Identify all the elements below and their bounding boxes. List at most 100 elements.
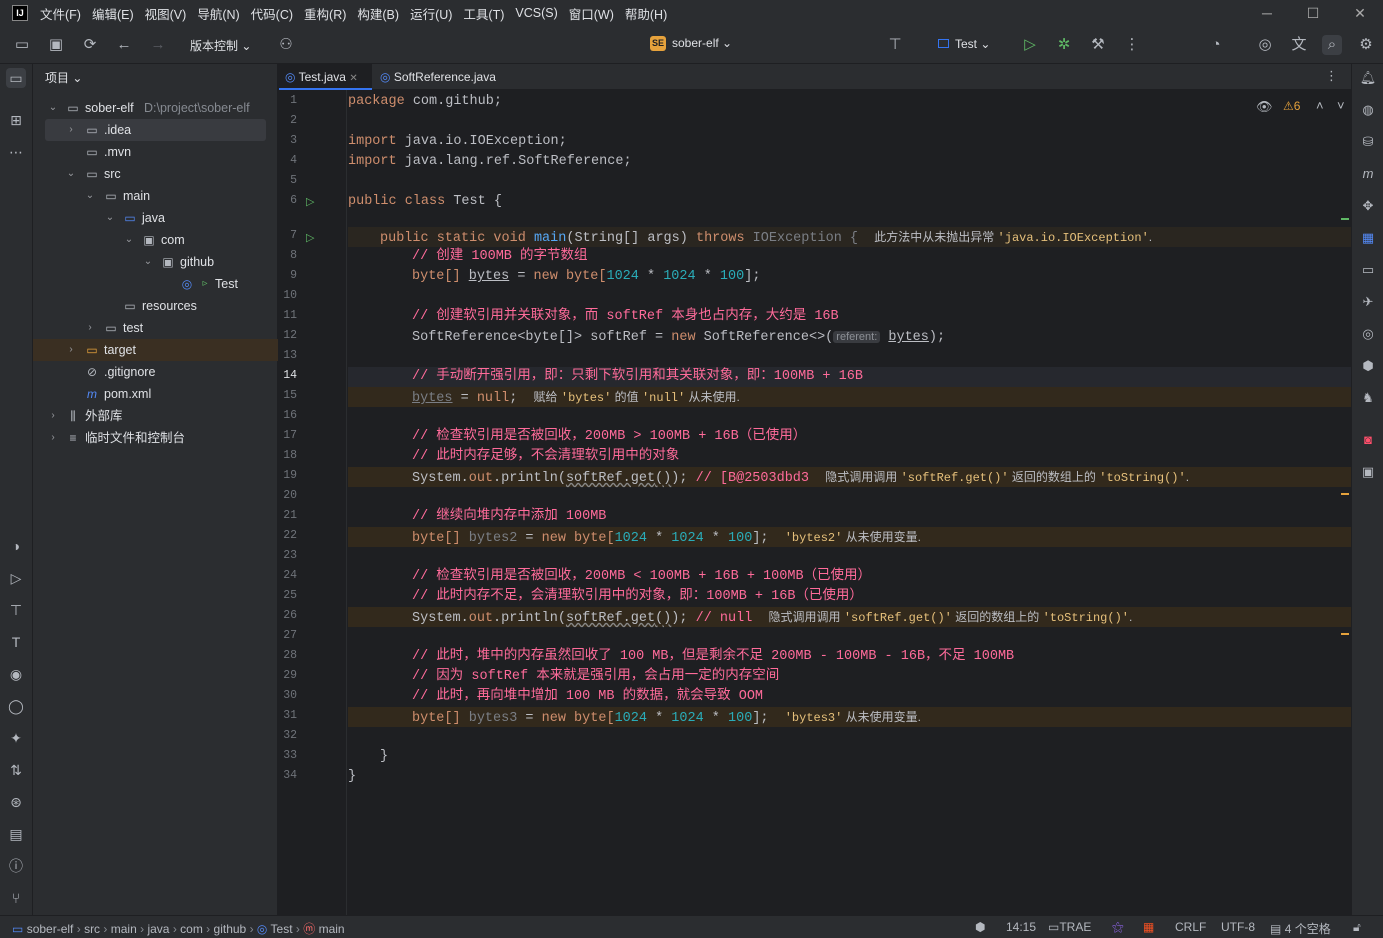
breadcrumb-item[interactable]: main	[111, 922, 137, 936]
tree-item-target[interactable]: › ▭ target	[33, 339, 278, 361]
chevron-right-icon[interactable]: ›	[84, 317, 96, 339]
breadcrumb-item[interactable]: java	[147, 922, 169, 936]
menu-vcs[interactable]: VCS(S)	[515, 6, 557, 20]
tree-item-main[interactable]: ⌄ ▭ main	[33, 185, 278, 207]
project-selector[interactable]: SE sober-elf ⌄	[650, 36, 732, 52]
menu-view[interactable]: 视图(V)	[145, 4, 187, 23]
run-tool-icon[interactable]: ▷	[6, 568, 26, 588]
tree-item-scratches[interactable]: › ≡ 临时文件和控制台	[33, 427, 278, 449]
menu-file[interactable]: 文件(F)	[40, 4, 81, 23]
chevron-down-icon[interactable]: ⌄	[123, 229, 135, 251]
menu-help[interactable]: 帮助(H)	[625, 4, 667, 23]
problems-icon[interactable]: ⓘ	[6, 856, 26, 876]
copilot-icon[interactable]: ◎	[1255, 35, 1275, 55]
vcs-menu[interactable]: 版本控制 ⌄	[190, 37, 251, 54]
tab-softreference-java[interactable]: ◎ SoftReference.java	[374, 64, 496, 90]
todo-icon[interactable]: T	[6, 632, 26, 652]
tree-item-external-libs[interactable]: › ⫼ 外部库	[33, 405, 278, 427]
menu-navigate[interactable]: 导航(N)	[197, 4, 239, 23]
profile-icon[interactable]: ◔	[1206, 35, 1226, 55]
warnings-indicator[interactable]: ⚠6	[1283, 99, 1300, 113]
tree-item-pom[interactable]: m pom.xml	[33, 383, 278, 405]
structure-icon[interactable]: ⊞	[6, 110, 26, 130]
services-icon[interactable]: ◉	[6, 664, 26, 684]
code-editor[interactable]: ▷ ▷ 1 2 3 4 5 6 7 8 9 10 11 12 13 14 15 16 17 18 19 20 21 22 2…	[279, 90, 1351, 915]
breadcrumb-item[interactable]: github	[214, 922, 247, 936]
next-highlight-icon[interactable]: ˅	[1337, 98, 1345, 113]
sync-icon[interactable]: ⟳	[80, 35, 100, 55]
tree-item-src[interactable]: ⌄ ▭ src	[33, 163, 278, 185]
indent-widget[interactable]: ▤ 4 个空格	[1270, 920, 1331, 937]
target-icon[interactable]: ◎	[1358, 324, 1378, 344]
app-red-icon[interactable]: ◙	[1358, 430, 1378, 450]
close-window-icon[interactable]: ✕	[1350, 3, 1370, 23]
ai-chat-icon[interactable]: ◍	[1358, 100, 1378, 120]
tree-item-idea[interactable]: › ▭ .idea	[45, 119, 266, 141]
database-icon[interactable]: ⛁	[1358, 132, 1378, 152]
menu-window[interactable]: 窗口(W)	[569, 4, 614, 23]
caret-position[interactable]: 14:15	[1006, 920, 1036, 934]
file-encoding[interactable]: UTF-8	[1221, 920, 1255, 934]
more-icon[interactable]: ⋮	[1122, 35, 1142, 55]
chevron-down-icon[interactable]: ⌄	[84, 185, 96, 207]
debug-icon[interactable]: ✲	[1054, 35, 1074, 55]
tree-item-com[interactable]: ⌄ ▣ com	[33, 229, 278, 251]
lock-icon[interactable]: 🔓︎	[1353, 920, 1361, 935]
tab-options-icon[interactable]: ⋮	[1325, 68, 1338, 84]
tree-item-test-class[interactable]: ◎ ▹ Test	[33, 273, 278, 295]
chevron-down-icon[interactable]: ⌄	[47, 97, 59, 119]
run-config-selector[interactable]: Test ⌄	[938, 37, 990, 51]
menu-tools[interactable]: 工具(T)	[463, 4, 504, 23]
back-icon[interactable]: ←	[114, 35, 134, 55]
menu-build[interactable]: 构建(B)	[357, 4, 399, 23]
close-tab-icon[interactable]: ✕	[349, 73, 357, 84]
plugin-icon[interactable]: ✦	[6, 728, 26, 748]
run-main-icon[interactable]: ▷	[306, 231, 314, 244]
profiler-icon[interactable]: ◑	[6, 536, 26, 556]
tree-item-github[interactable]: ⌄ ▣ github	[33, 251, 278, 273]
chevron-right-icon[interactable]: ›	[47, 405, 59, 427]
ai-status-icon[interactable]: ⬢	[975, 920, 985, 934]
search-icon[interactable]: ⌕	[1322, 35, 1342, 55]
save-icon[interactable]: ▣	[46, 35, 66, 55]
menu-run[interactable]: 运行(U)	[410, 4, 452, 23]
build-hammer-icon[interactable]: ⊤	[885, 35, 905, 55]
reader-mode-eye-icon[interactable]: 👁	[1256, 99, 1273, 115]
breadcrumb-item[interactable]: main	[319, 922, 345, 936]
build-tool-icon[interactable]: ⊤	[6, 600, 26, 620]
endpoints-icon[interactable]: ⇅	[6, 760, 26, 780]
terminal-icon[interactable]: ▤	[6, 824, 26, 844]
breadcrumb-item[interactable]: sober-elf	[27, 922, 74, 936]
chevron-down-icon[interactable]: ⌄	[65, 163, 77, 185]
minimize-icon[interactable]: ─	[1257, 3, 1277, 23]
run-class-icon[interactable]: ▷	[306, 195, 314, 208]
folder-icon[interactable]: ▭	[12, 35, 32, 55]
maven-tool-icon[interactable]: m	[1358, 164, 1378, 184]
assistant-icon[interactable]: ▣	[1358, 462, 1378, 482]
line-separator[interactable]: CRLF	[1175, 920, 1206, 934]
tree-item-java[interactable]: ⌄ ▭ java	[33, 207, 278, 229]
debug-tool-icon[interactable]: ⊛	[6, 792, 26, 812]
project-tool-icon[interactable]: ▭	[6, 68, 26, 88]
project-pane-header[interactable]: 项目 ⌄	[45, 69, 82, 86]
agent-icon[interactable]: ♞	[1358, 388, 1378, 408]
breadcrumb-item[interactable]: com	[180, 922, 203, 936]
document-icon[interactable]: ▦	[1358, 228, 1378, 248]
tree-item-gitignore[interactable]: ⊘ .gitignore	[33, 361, 278, 383]
tree-item-resources[interactable]: ▭ resources	[33, 295, 278, 317]
chat-icon[interactable]: ◯	[6, 696, 26, 716]
add-user-icon[interactable]: ⚇	[276, 35, 296, 55]
plugin-tool-icon[interactable]: ✈	[1358, 292, 1378, 312]
maximize-icon[interactable]: ☐	[1303, 3, 1323, 23]
forward-icon[interactable]: →	[148, 35, 168, 55]
tree-item-test[interactable]: › ▭ test	[33, 317, 278, 339]
menu-code[interactable]: 代码(C)	[251, 4, 293, 23]
chevron-right-icon[interactable]: ›	[65, 119, 77, 141]
terminal-panel-icon[interactable]: ▭	[1358, 260, 1378, 280]
breadcrumb-item[interactable]: src	[84, 922, 100, 936]
chevron-down-icon[interactable]: ⌄	[104, 207, 116, 229]
more-tools-icon[interactable]: ⋯	[6, 142, 26, 162]
vs-icon[interactable]: ⚝	[1112, 920, 1124, 935]
windows-icon[interactable]: ▦	[1143, 920, 1154, 934]
trae-widget[interactable]: ▭TRAE	[1048, 920, 1091, 934]
